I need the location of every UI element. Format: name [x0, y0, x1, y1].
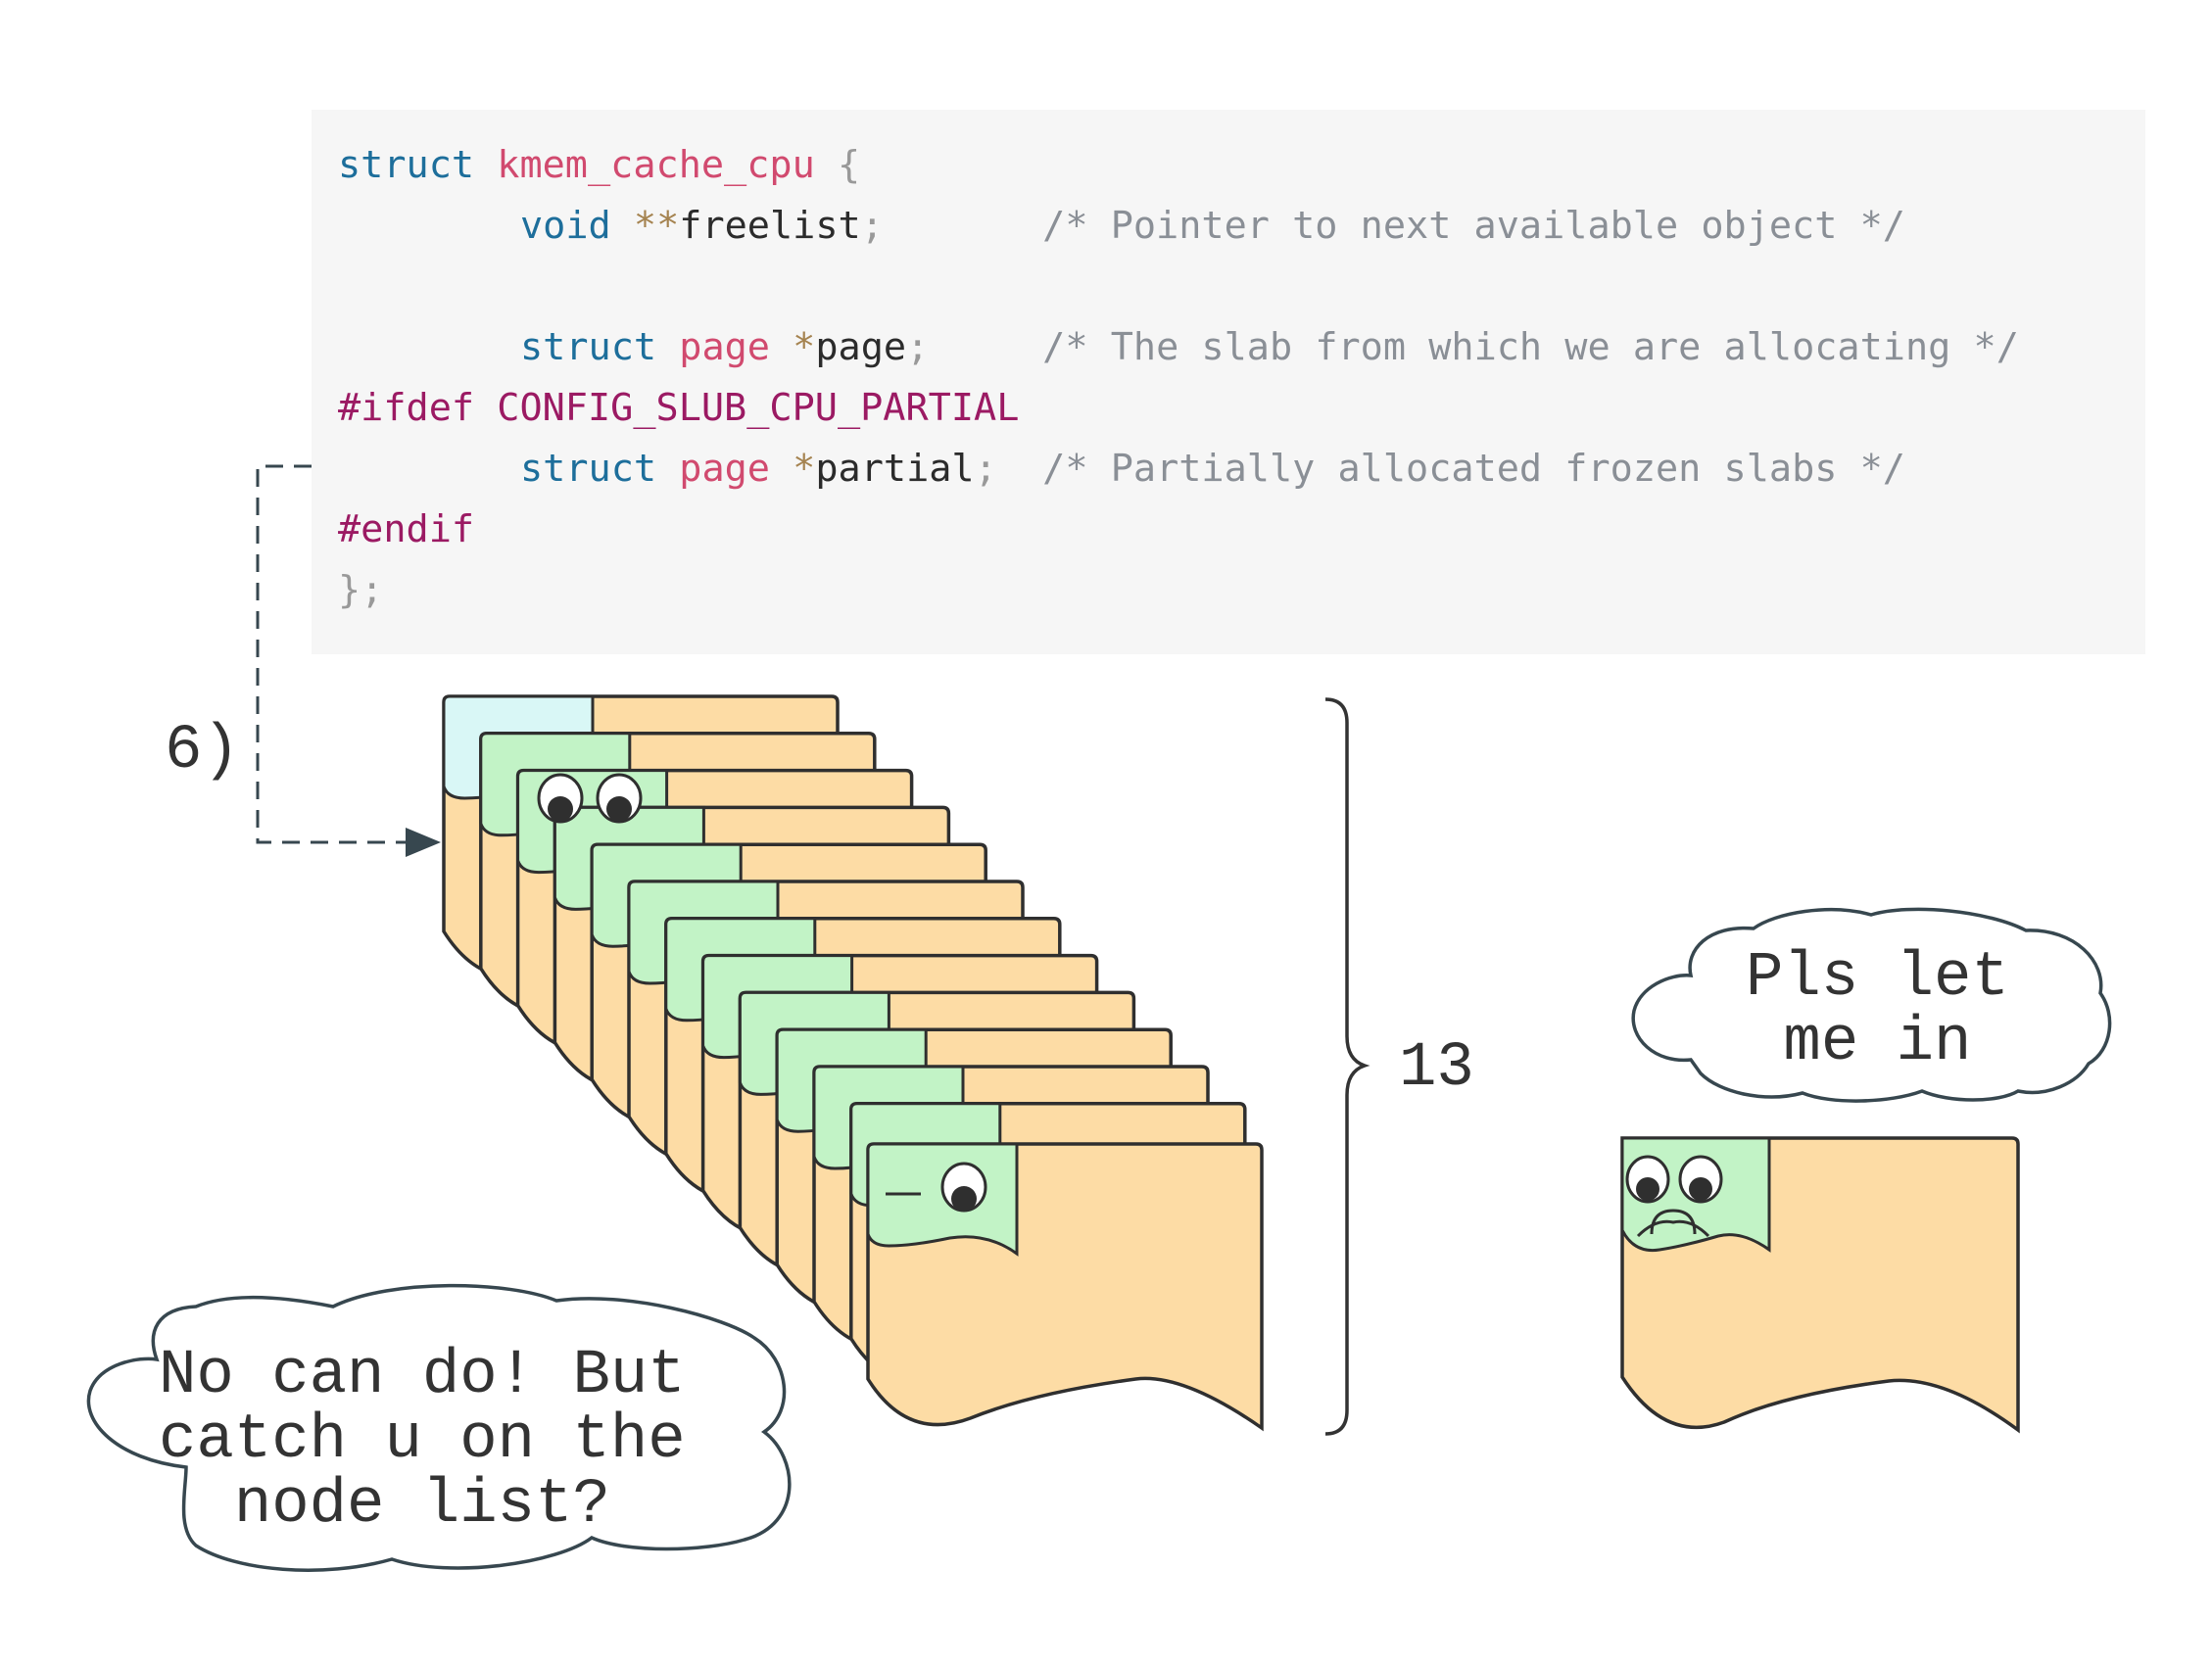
slab-page-header — [866, 1142, 1019, 1257]
pointer-arrow — [256, 464, 441, 857]
speech-text-left: No can do! But catch u on the node list? — [159, 1341, 686, 1541]
stack-brace — [1324, 697, 1370, 1436]
step-label: 6) — [165, 716, 240, 786]
stack-count-label: 13 — [1399, 1033, 1474, 1104]
speech-text-right: Pls let me in — [1746, 943, 2009, 1078]
lone-slab-page — [1620, 1136, 2020, 1434]
slab-page — [866, 1142, 1264, 1432]
